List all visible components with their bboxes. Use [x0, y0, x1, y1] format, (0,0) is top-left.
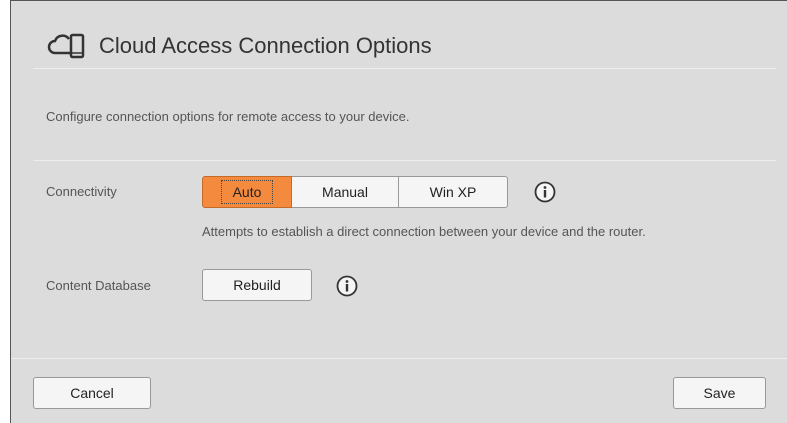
connectivity-selector: Auto Manual Win XP [202, 176, 508, 208]
section-divider [33, 160, 776, 161]
header-divider [33, 68, 776, 69]
content-database-label: Content Database [46, 278, 151, 293]
rebuild-button[interactable]: Rebuild [202, 269, 312, 301]
connectivity-hint: Attempts to establish a direct connectio… [202, 224, 646, 239]
dialog-title: Cloud Access Connection Options [99, 33, 432, 58]
connectivity-manual-button[interactable]: Manual [292, 176, 399, 208]
info-icon[interactable] [534, 181, 556, 203]
cancel-button[interactable]: Cancel [33, 377, 151, 409]
save-button[interactable]: Save [673, 377, 766, 409]
connectivity-winxp-button[interactable]: Win XP [399, 176, 508, 208]
cloud-device-icon [47, 33, 85, 59]
dialog-header: Cloud Access Connection Options [47, 31, 432, 61]
footer-divider [11, 358, 787, 359]
connectivity-label: Connectivity [46, 184, 117, 199]
cloud-access-dialog: Cloud Access Connection Options Configur… [10, 0, 787, 423]
info-icon[interactable] [336, 275, 358, 297]
dialog-description: Configure connection options for remote … [46, 109, 410, 124]
connectivity-auto-button[interactable]: Auto [202, 176, 292, 208]
